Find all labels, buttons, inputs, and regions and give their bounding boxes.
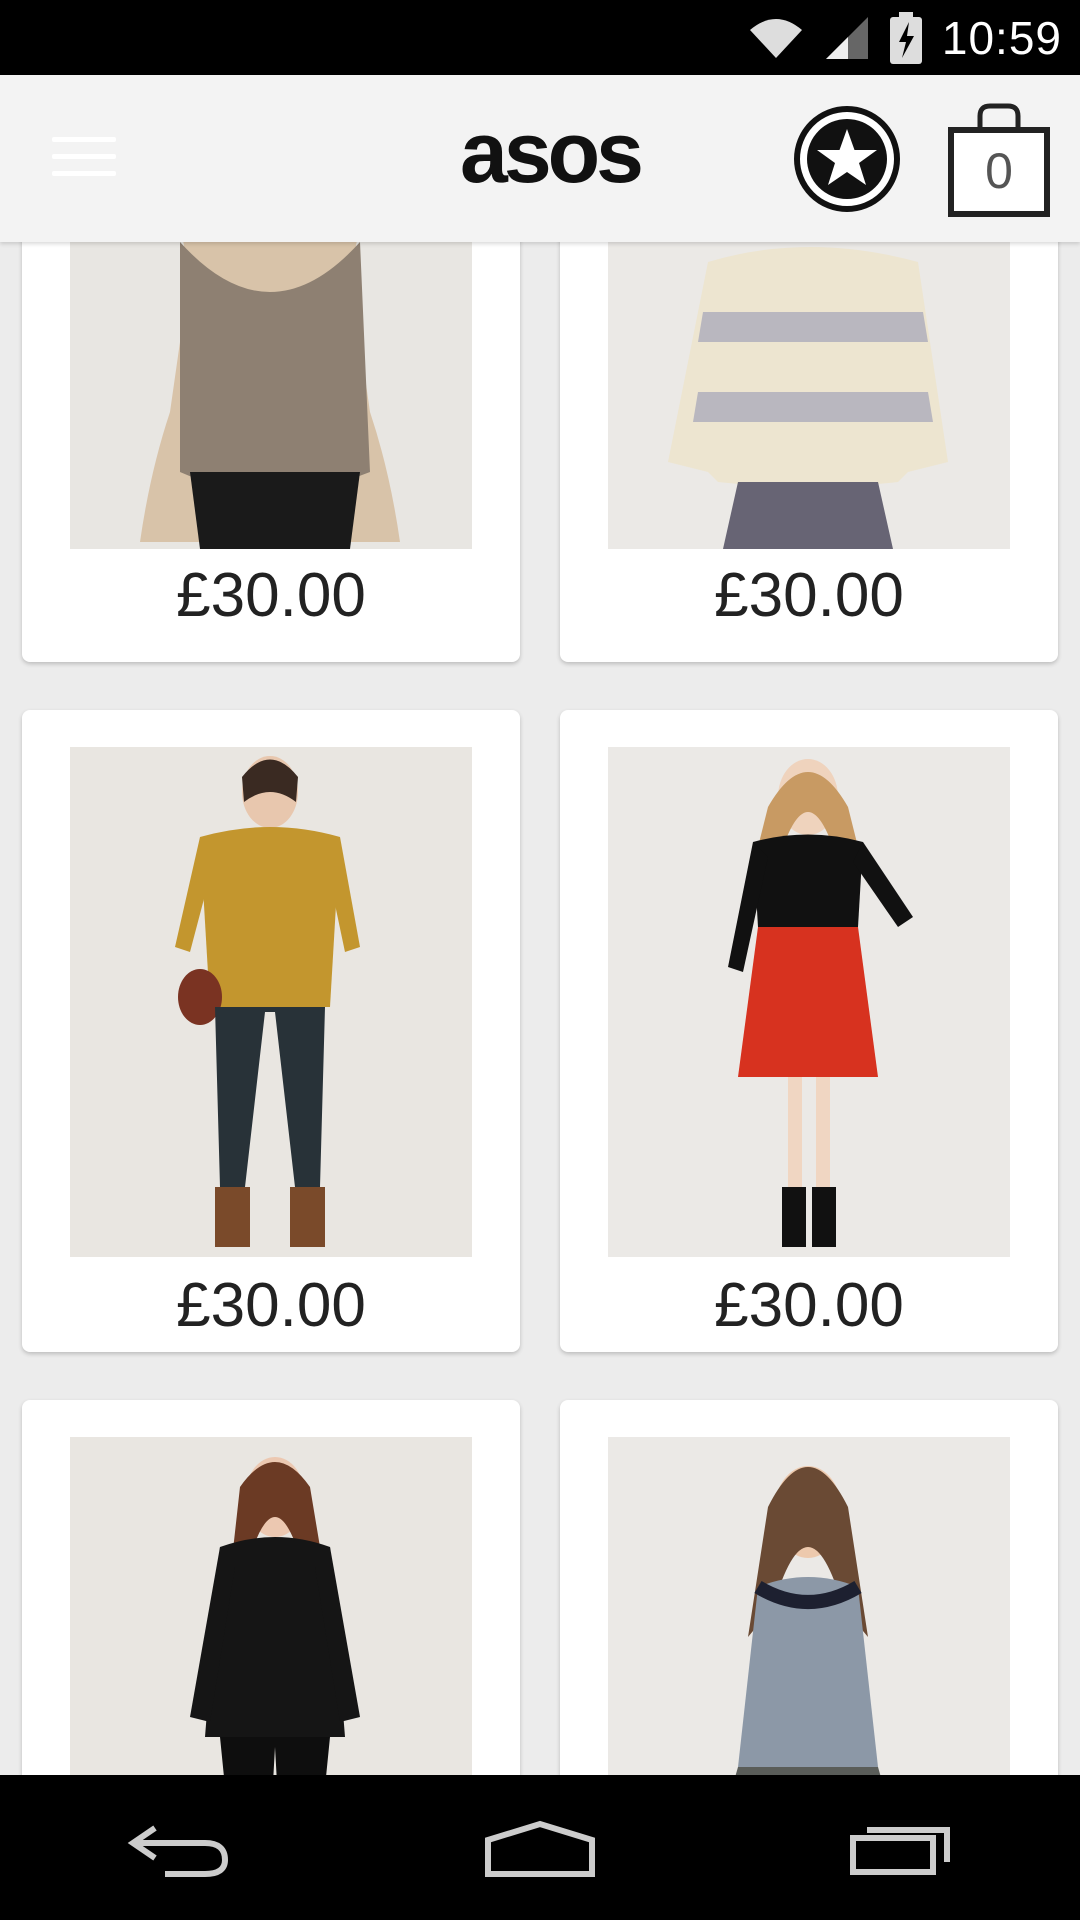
product-image	[70, 747, 472, 1257]
top-app-bar: asos 0	[0, 75, 1080, 242]
product-card[interactable]: £30.00	[560, 710, 1058, 1352]
home-button[interactable]	[460, 1788, 620, 1908]
recents-button[interactable]	[820, 1788, 980, 1908]
recents-icon	[850, 1826, 950, 1875]
status-bar: 10:59	[0, 0, 1080, 75]
product-price: £30.00	[176, 1271, 366, 1340]
status-time: 10:59	[941, 11, 1062, 64]
battery-icon	[889, 11, 922, 64]
home-icon	[485, 1820, 595, 1877]
wifi-icon	[749, 18, 802, 58]
menu-icon[interactable]	[52, 137, 116, 181]
product-grid: £30.00 £30.00 £30.00 £30.00	[0, 242, 1080, 1775]
product-image	[608, 1437, 1010, 1775]
product-image	[70, 242, 472, 549]
product-card[interactable]	[22, 1400, 520, 1775]
bag-icon[interactable]: 0	[948, 102, 1050, 218]
saved-items-star-icon[interactable]	[793, 105, 901, 213]
asos-logo[interactable]: asos	[450, 110, 650, 196]
product-image	[608, 747, 1010, 1257]
back-icon	[127, 1825, 229, 1877]
signal-icon	[825, 16, 868, 59]
product-card[interactable]	[560, 1400, 1058, 1775]
navigation-bar	[0, 1775, 1080, 1920]
product-card[interactable]: £30.00	[22, 242, 520, 662]
bag-count: 0	[985, 143, 1013, 199]
product-card[interactable]: £30.00	[560, 242, 1058, 662]
product-image	[608, 242, 1010, 549]
product-price: £30.00	[714, 1271, 904, 1340]
product-price: £30.00	[176, 561, 366, 630]
product-card[interactable]: £30.00	[22, 710, 520, 1352]
product-image	[70, 1437, 472, 1775]
product-price: £30.00	[714, 561, 904, 630]
back-button[interactable]	[100, 1788, 260, 1908]
